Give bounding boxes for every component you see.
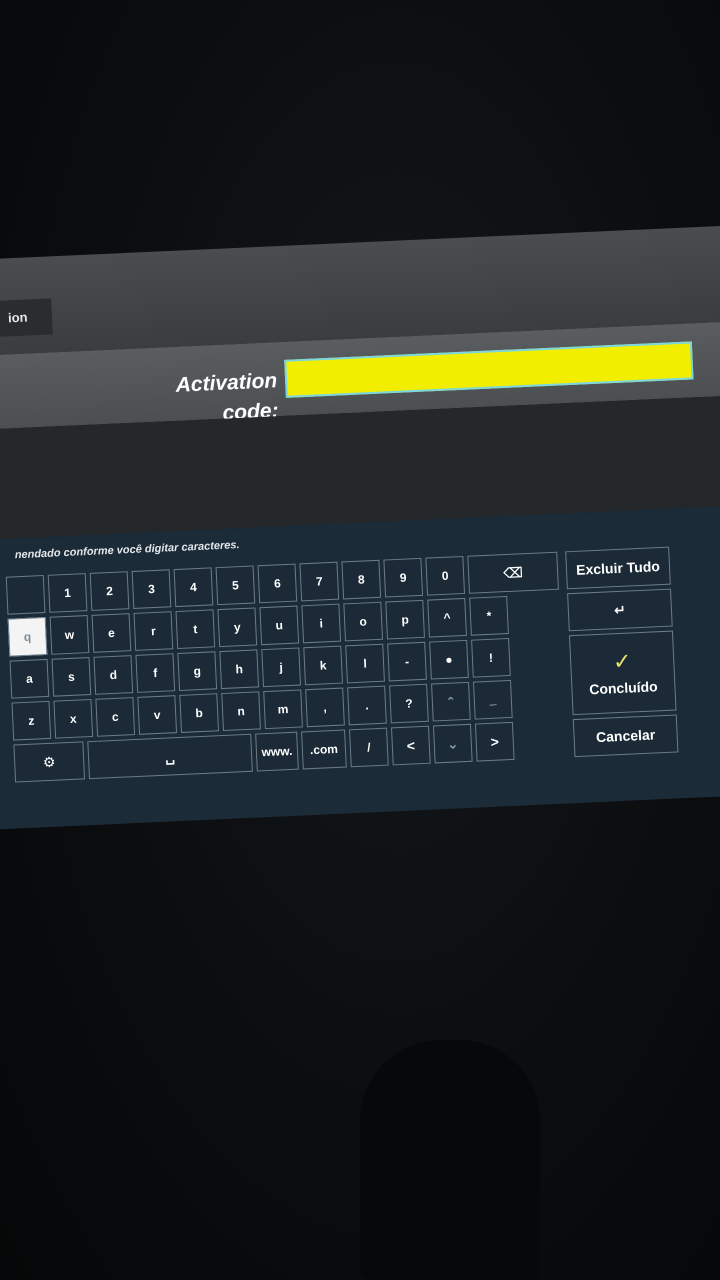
key-asterisk[interactable]: * [469,596,509,636]
key-slash[interactable]: / [349,727,389,768]
chevron-left-icon[interactable]: < [390,725,431,766]
key-d[interactable]: d [93,655,134,695]
done-button[interactable]: ✓ Concluído [568,630,677,716]
tv-screen: ion Activation code: nendado conforme vo… [0,194,720,850]
key-u[interactable]: u [259,605,300,646]
key-f[interactable]: f [135,653,176,693]
done-label: Concluído [588,678,658,698]
foot-shadow [360,1040,540,1280]
key-i[interactable]: i [301,603,342,644]
cancel-button[interactable]: Cancelar [572,714,679,758]
chevron-right-icon[interactable]: > [474,721,515,762]
space-key[interactable]: ␣ [87,733,253,780]
key-period[interactable]: . [347,685,387,726]
settings-icon[interactable]: ⚙ [13,741,86,783]
key-9[interactable]: 9 [383,557,424,598]
key-y[interactable]: y [217,607,258,648]
enter-key[interactable]: ↵ [567,588,673,632]
key-l[interactable]: l [345,643,385,684]
key-7[interactable]: 7 [299,561,340,602]
key-r[interactable]: r [133,611,174,651]
key-s[interactable]: s [51,657,92,697]
key-bullet[interactable]: ● [429,639,469,680]
key-8[interactable]: 8 [341,559,382,600]
key-z[interactable]: z [11,700,52,741]
key-c[interactable]: c [95,697,136,737]
www-key[interactable]: www. [255,731,299,772]
key-4[interactable]: 4 [173,567,214,608]
tab-partial[interactable]: ion [0,298,53,337]
key-v[interactable]: v [137,695,178,735]
key-2[interactable]: 2 [89,571,130,611]
key-caret[interactable]: ^ [427,597,467,638]
key-t[interactable]: t [175,609,216,650]
key-comma[interactable]: , [305,687,345,728]
key-e[interactable]: e [91,613,132,653]
chevron-up-icon[interactable]: ⌃ [431,681,471,722]
key-n[interactable]: n [221,691,261,732]
com-key[interactable]: .com [301,729,347,770]
clear-all-button[interactable]: Excluir Tudo [565,546,671,590]
key-p[interactable]: p [385,599,425,640]
key-hyphen[interactable]: - [387,641,427,682]
checkmark-icon: ✓ [612,648,633,675]
key-5[interactable]: 5 [215,565,256,606]
key-6[interactable]: 6 [257,563,298,604]
key-exclamation[interactable]: ! [471,637,511,678]
key-b[interactable]: b [179,693,219,733]
activation-code-label: Activation code: [175,369,280,425]
backspace-key[interactable]: ⌫ [467,551,559,594]
key-k[interactable]: k [303,645,343,686]
key-m[interactable]: m [263,689,303,730]
key-0[interactable]: 0 [425,555,466,596]
key-a[interactable]: a [9,658,50,699]
key-o[interactable]: o [343,601,384,642]
key-question[interactable]: ? [389,683,429,724]
key-x[interactable]: x [53,698,94,739]
key-j[interactable]: j [261,647,302,688]
chevron-down-icon[interactable]: ⌄ [432,723,473,764]
key-3[interactable]: 3 [131,569,172,609]
key-blank[interactable] [5,575,46,615]
key-w[interactable]: w [49,615,90,655]
key-h[interactable]: h [219,649,260,690]
key-q[interactable]: q [7,616,48,657]
key-g[interactable]: g [177,651,218,691]
key-1[interactable]: 1 [47,573,88,613]
key-underscore[interactable]: _ [473,679,513,720]
